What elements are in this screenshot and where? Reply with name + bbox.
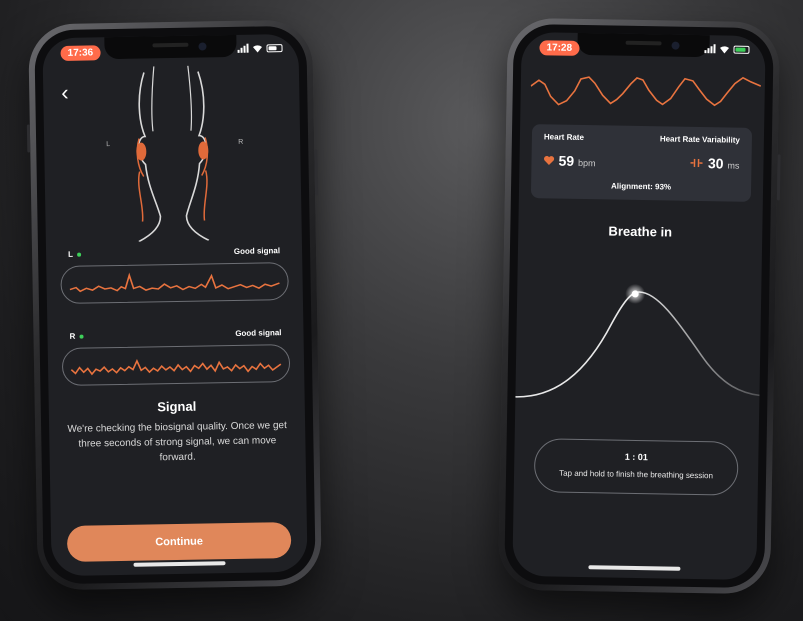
- left-signal-waveform: [60, 262, 289, 304]
- left-ear-label: L: [106, 141, 111, 149]
- volume-button: [26, 124, 31, 153]
- right-channel-status: Good signal: [235, 328, 282, 338]
- signal-dot-icon: [76, 252, 82, 257]
- power-button: [314, 149, 319, 196]
- finish-session-button[interactable]: 1 : 01 Tap and hold to finish the breath…: [533, 438, 739, 496]
- power-button: [776, 154, 781, 201]
- heart-rate-unit: bpm: [577, 157, 596, 169]
- session-hint: Tap and hold to finish the breathing ses…: [559, 468, 714, 481]
- head-outline-illustration: [136, 65, 210, 243]
- hrv-label: Heart Rate Variability: [659, 134, 740, 145]
- heart-rate-value: 59: [558, 152, 575, 169]
- right-signal-waveform: [61, 344, 291, 386]
- notch: [577, 32, 710, 58]
- home-indicator[interactable]: [588, 565, 681, 571]
- status-time: 17:28: [539, 40, 580, 56]
- right-channel-header: R Good signal: [69, 328, 281, 341]
- signal-dot-icon: [79, 334, 84, 339]
- breathing-curve: [515, 283, 766, 398]
- back-chevron-icon[interactable]: ‹: [61, 80, 69, 105]
- alignment-text: Alignment: 93%: [610, 181, 672, 192]
- breathe-title: Breathe in: [608, 223, 673, 240]
- cellular-icon: [237, 43, 249, 53]
- heart-rate-value-group: 59 bpm: [543, 152, 596, 169]
- heart-icon: [544, 156, 555, 165]
- home-indicator[interactable]: [133, 561, 226, 567]
- hrv-icon: [690, 158, 703, 168]
- phone-left: 17:36 ‹ L R L Good signal R Good signal …: [26, 19, 322, 591]
- wifi-icon: [253, 44, 263, 53]
- live-heart-waveform: [530, 76, 762, 107]
- background-scene: 17:36 ‹ L R L Good signal R Good signal …: [0, 0, 803, 621]
- status-icons: [704, 44, 750, 54]
- signal-title: Signal: [157, 398, 197, 415]
- battery-charging-icon: [733, 45, 750, 54]
- left-channel-header: L Good signal: [68, 246, 280, 259]
- cellular-icon: [704, 44, 716, 54]
- hrv-unit: ms: [727, 160, 740, 171]
- notch: [104, 34, 237, 60]
- battery-icon: [266, 43, 283, 52]
- right-channel-name: R: [69, 331, 76, 341]
- continue-button[interactable]: Continue: [66, 522, 292, 562]
- left-channel-status: Good signal: [233, 246, 281, 256]
- phone-right: 17:28 Heart Rate Heart Rate Variability …: [498, 17, 781, 595]
- signal-description: We're checking the biosignal quality. On…: [67, 420, 287, 464]
- left-channel-name: L: [68, 249, 74, 259]
- status-icons: [237, 43, 283, 53]
- metrics-card: Heart Rate Heart Rate Variability 59 bpm…: [530, 124, 753, 202]
- session-timer: 1 : 01: [624, 451, 648, 463]
- breathing-screen: 17:28 Heart Rate Heart Rate Variability …: [512, 31, 766, 581]
- right-ear-label: R: [238, 138, 244, 146]
- heart-rate-label: Heart Rate: [543, 132, 585, 143]
- hrv-value: 30: [707, 155, 724, 172]
- status-time: 17:36: [60, 45, 101, 61]
- wifi-icon: [720, 45, 730, 53]
- signal-screen: 17:36 ‹ L R L Good signal R Good signal …: [42, 33, 308, 577]
- hrv-value-group: 30 ms: [690, 155, 740, 172]
